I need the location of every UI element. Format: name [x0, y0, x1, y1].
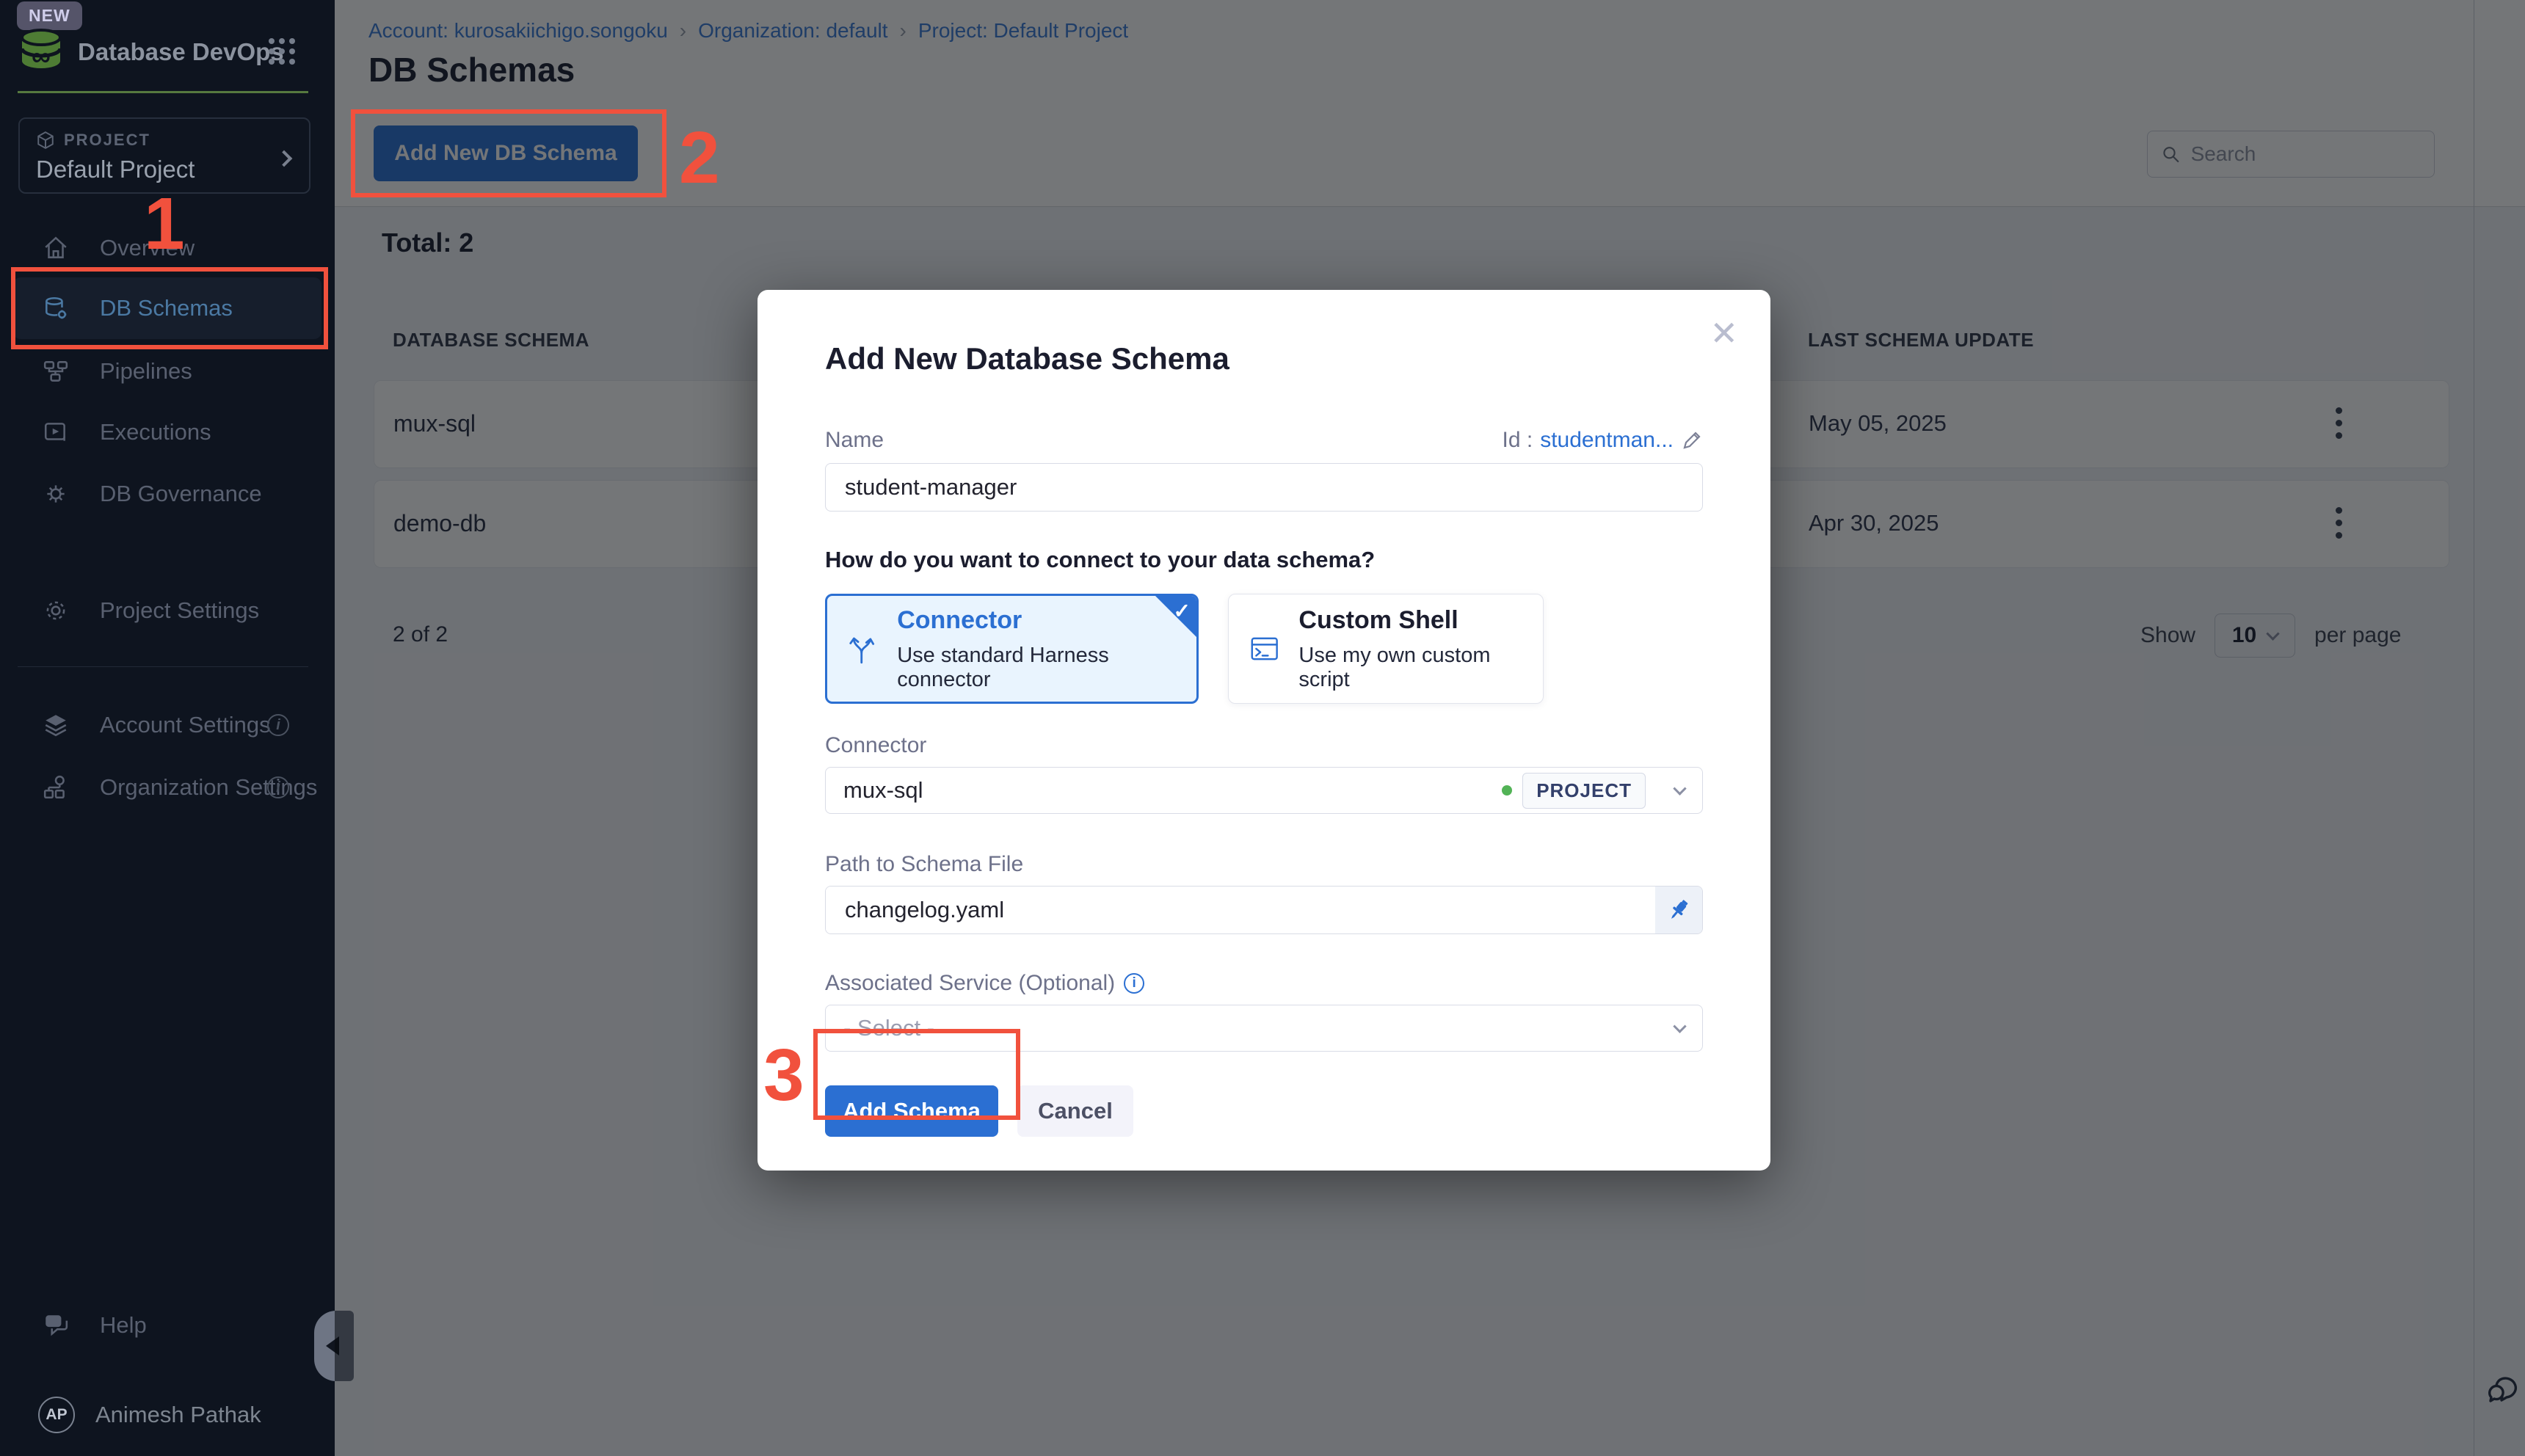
- pipelines-icon: [41, 358, 70, 385]
- info-icon[interactable]: i: [267, 776, 289, 798]
- sidebar-item-label: Overview: [100, 235, 195, 261]
- app-grid-icon[interactable]: [267, 37, 297, 66]
- sidebar-item-label: DB Schemas: [100, 295, 233, 321]
- sidebar-item-account-settings[interactable]: Account Settings i: [13, 694, 321, 756]
- chevron-down-icon: [1673, 1019, 1686, 1033]
- svg-text:?: ?: [51, 1317, 57, 1327]
- sidebar-item-project-settings[interactable]: Project Settings: [13, 580, 321, 641]
- layers-icon: [41, 712, 70, 738]
- terminal-icon: [1249, 632, 1279, 666]
- project-name: Default Project: [36, 156, 293, 183]
- option-title: Connector: [897, 606, 1176, 635]
- sidebar-accent-divider: [18, 91, 308, 93]
- check-icon: ✓: [1174, 599, 1191, 623]
- sidebar-item-pipelines[interactable]: Pipelines: [13, 341, 321, 402]
- info-icon[interactable]: i: [1124, 973, 1144, 994]
- service-placeholder: - Select -: [843, 1015, 1675, 1041]
- executions-icon: [41, 419, 70, 445]
- option-subtitle: Use my own custom script: [1298, 644, 1522, 692]
- app-title: Database DevOps: [78, 38, 284, 66]
- sidebar-item-label: Help: [100, 1312, 147, 1339]
- status-dot: [1502, 785, 1512, 796]
- sidebar: NEW ∞ Database DevOps PROJECT Default Pr…: [0, 0, 335, 1456]
- project-scope-label: PROJECT: [64, 131, 150, 150]
- service-label: Associated Service (Optional): [825, 971, 1115, 996]
- service-label-row: Associated Service (Optional) i: [825, 971, 1703, 996]
- sidebar-item-label: DB Governance: [100, 481, 262, 507]
- scope-badge: PROJECT: [1522, 773, 1646, 809]
- governance-gear-icon: [41, 481, 70, 507]
- org-hierarchy-icon: [41, 774, 70, 801]
- sidebar-item-overview[interactable]: Overview: [13, 217, 321, 279]
- path-label: Path to Schema File: [825, 852, 1703, 877]
- cancel-button[interactable]: Cancel: [1017, 1085, 1133, 1137]
- user-menu[interactable]: AP Animesh Pathak: [13, 1384, 321, 1446]
- path-input-group: [825, 886, 1703, 934]
- close-icon[interactable]: ✕: [1710, 313, 1738, 353]
- add-schema-button[interactable]: Add Schema: [825, 1085, 998, 1137]
- option-title: Custom Shell: [1298, 606, 1522, 635]
- cube-icon: [36, 131, 55, 150]
- add-schema-modal: ✕ Add New Database Schema Name Id : stud…: [758, 290, 1770, 1171]
- sidebar-item-label: Project Settings: [100, 597, 259, 624]
- id-value-link[interactable]: studentman...: [1540, 428, 1674, 453]
- id-row: Id : studentman...: [1503, 428, 1703, 453]
- connector-select[interactable]: mux-sql PROJECT: [825, 767, 1703, 814]
- avatar: AP: [38, 1397, 75, 1433]
- edit-pencil-icon[interactable]: [1681, 429, 1703, 451]
- option-card-connector[interactable]: ✓ Connector Use standard Harness connect…: [825, 594, 1199, 704]
- connector-label: Connector: [825, 733, 1703, 758]
- svg-text:∞: ∞: [32, 41, 51, 71]
- pin-addon[interactable]: [1655, 887, 1702, 933]
- sidebar-divider: [18, 666, 308, 667]
- sidebar-item-organization-settings[interactable]: Organization Settings i: [13, 757, 321, 818]
- option-card-custom-shell[interactable]: Custom Shell Use my own custom script: [1228, 594, 1544, 704]
- option-subtitle: Use standard Harness connector: [897, 644, 1176, 692]
- sidebar-item-label: Pipelines: [100, 358, 192, 385]
- connect-question: How do you want to connect to your data …: [825, 547, 1703, 573]
- schema-name-input[interactable]: [825, 463, 1703, 512]
- pin-icon: [1665, 897, 1692, 923]
- info-icon[interactable]: i: [267, 714, 289, 736]
- user-name: Animesh Pathak: [95, 1402, 261, 1428]
- path-input[interactable]: [826, 887, 1655, 933]
- app-root: NEW ∞ Database DevOps PROJECT Default Pr…: [0, 0, 2525, 1456]
- sidebar-item-db-governance[interactable]: DB Governance: [13, 463, 321, 525]
- modal-title: Add New Database Schema: [825, 341, 1703, 376]
- database-devops-logo-icon: ∞: [18, 26, 65, 73]
- sidebar-item-db-schemas[interactable]: DB Schemas: [13, 277, 321, 339]
- sidebar-item-executions[interactable]: Executions: [13, 401, 321, 463]
- db-schema-icon: [41, 295, 70, 321]
- name-label: Name: [825, 428, 884, 453]
- sidebar-item-help[interactable]: ? Help: [13, 1295, 321, 1356]
- sidebar-item-label: Executions: [100, 419, 211, 445]
- sidebar-item-label: Account Settings: [100, 712, 271, 738]
- connector-value: mux-sql: [843, 777, 1502, 804]
- id-label: Id :: [1503, 428, 1533, 453]
- home-icon: [41, 235, 70, 261]
- settings-gear-icon: [41, 597, 70, 624]
- connector-branch-icon: [848, 632, 878, 666]
- chevron-down-icon: [1673, 782, 1686, 795]
- help-chat-icon: ?: [41, 1312, 70, 1339]
- service-select[interactable]: - Select -: [825, 1005, 1703, 1052]
- project-selector[interactable]: PROJECT Default Project: [18, 117, 310, 194]
